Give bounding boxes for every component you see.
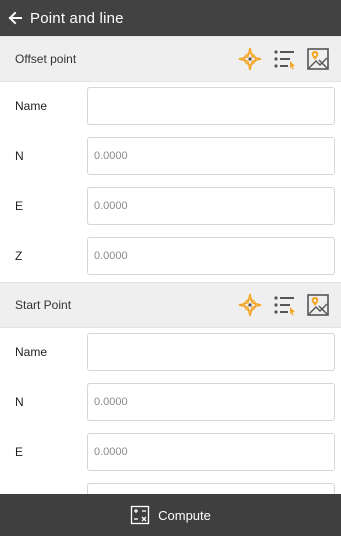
list-select-icon [274, 50, 295, 70]
field-row-e: E [0, 182, 341, 230]
point-list-button[interactable] [269, 290, 299, 320]
elevation-input[interactable] [87, 483, 335, 494]
section-header: Start Point [0, 282, 341, 328]
locate-button[interactable] [235, 44, 265, 74]
name-input[interactable] [87, 333, 335, 371]
map-pick-button[interactable] [303, 44, 333, 74]
section-offset-point: Offset point Name N 0.0000 E 0.0000 Z 0.… [0, 36, 341, 280]
field-label: N [15, 395, 24, 409]
field-row-z: Z [0, 232, 341, 280]
list-select-icon [274, 296, 295, 316]
field-row-n: N [0, 132, 341, 180]
field-row-z: Z [0, 478, 341, 494]
app-bar: Point and line [0, 0, 341, 36]
elevation-input[interactable] [87, 237, 335, 275]
arrow-left-icon [8, 11, 22, 25]
compute-icon [130, 505, 150, 525]
northing-input[interactable] [87, 383, 335, 421]
field-row-name: Name [0, 328, 341, 376]
gps-locate-icon [238, 293, 262, 317]
field-label: Name [15, 99, 48, 113]
field-row-e: E [0, 428, 341, 476]
field-row-n: N [0, 378, 341, 426]
name-input[interactable] [87, 87, 335, 125]
map-pick-icon [307, 48, 329, 70]
compute-label: Compute [158, 507, 211, 523]
point-and-line-screen: Point and line Offset point Name N 0.000… [0, 0, 341, 536]
page-title: Point and line [30, 9, 124, 27]
easting-input[interactable] [87, 187, 335, 225]
locate-button[interactable] [235, 290, 265, 320]
easting-input[interactable] [87, 433, 335, 471]
field-label: Z [15, 249, 23, 263]
back-button[interactable] [4, 0, 26, 36]
field-label: E [15, 199, 24, 213]
section-title: Start Point [15, 298, 72, 312]
field-label: E [15, 445, 24, 459]
map-pick-icon [307, 294, 329, 316]
northing-input[interactable] [87, 137, 335, 175]
gps-locate-icon [238, 47, 262, 71]
map-pick-button[interactable] [303, 290, 333, 320]
section-start-point: Start Point Name N 0.0000 E 0.0000 0.000… [0, 282, 341, 494]
field-label: Name [15, 345, 48, 359]
section-title: Offset point [15, 52, 77, 66]
compute-button[interactable]: Compute [0, 494, 341, 536]
field-row-name: Name [0, 82, 341, 130]
section-header: Offset point [0, 36, 341, 82]
form-content[interactable]: Offset point Name N 0.0000 E 0.0000 Z 0.… [0, 36, 341, 494]
point-list-button[interactable] [269, 44, 299, 74]
field-label: N [15, 149, 24, 163]
